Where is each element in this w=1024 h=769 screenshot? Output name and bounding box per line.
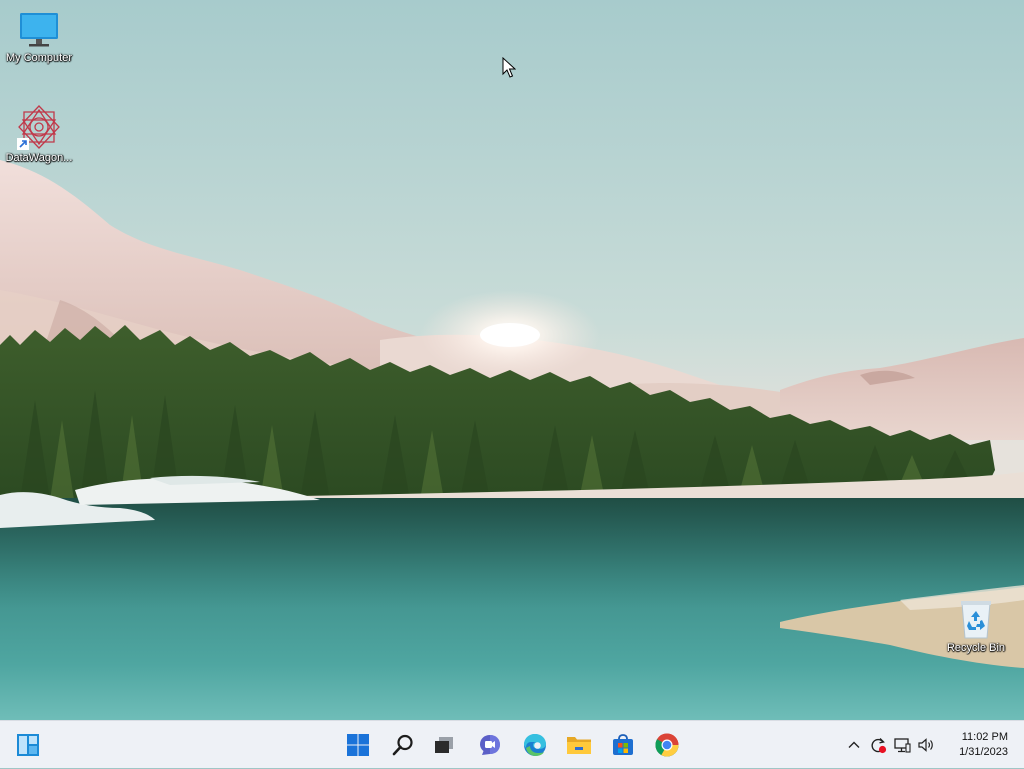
microsoft-store-button[interactable] [607, 729, 639, 761]
desktop-icon-label: Recycle Bin [946, 642, 1006, 654]
desktop-icon-label: My Computer [5, 52, 73, 64]
chevron-up-icon [848, 741, 860, 748]
system-tray [842, 721, 938, 769]
volume-button[interactable] [915, 734, 937, 756]
chrome-button[interactable] [651, 729, 683, 761]
desktop-icon-label: DataWagon... [5, 152, 73, 164]
desktop-icon-my-computer[interactable]: My Computer [0, 10, 78, 65]
show-hidden-icons-button[interactable] [843, 734, 865, 756]
widgets-icon [17, 734, 39, 756]
clock-date-button[interactable]: 11:02 PM 1/31/2023 [938, 730, 1008, 760]
widgets-button[interactable] [12, 729, 44, 761]
microsoft-store-icon [613, 734, 633, 755]
task-view-icon [435, 737, 453, 753]
search-button[interactable] [387, 729, 419, 761]
recycle-bin-icon [961, 601, 991, 639]
network-icon [894, 738, 911, 753]
teams-chat-icon [480, 735, 500, 755]
start-button[interactable] [342, 729, 374, 761]
task-view-button[interactable] [428, 729, 460, 761]
desktop-icon-recycle-bin[interactable]: Recycle Bin [937, 598, 1015, 655]
chrome-icon [655, 733, 679, 757]
clock-date: 1/31/2023 [959, 746, 1008, 758]
search-icon [392, 734, 413, 756]
taskbar: 11:02 PM 1/31/2023 [0, 720, 1024, 768]
start-icon [347, 734, 369, 756]
sync-alert-icon [871, 738, 887, 754]
monitor-icon [20, 13, 58, 47]
volume-icon [918, 738, 933, 752]
datawagon-icon [17, 105, 60, 150]
file-explorer-button[interactable] [563, 729, 595, 761]
desktop-wallpaper[interactable] [0, 0, 1024, 720]
edge-icon [524, 734, 546, 756]
sync-status-button[interactable] [867, 734, 889, 756]
mouse-cursor-icon [502, 57, 516, 78]
chat-button[interactable] [474, 729, 506, 761]
file-explorer-icon [567, 737, 591, 754]
desktop-icon-datawagon[interactable]: DataWagon... [0, 104, 78, 165]
network-button[interactable] [891, 734, 913, 756]
clock-time: 11:02 PM [961, 731, 1008, 743]
edge-button[interactable] [519, 729, 551, 761]
